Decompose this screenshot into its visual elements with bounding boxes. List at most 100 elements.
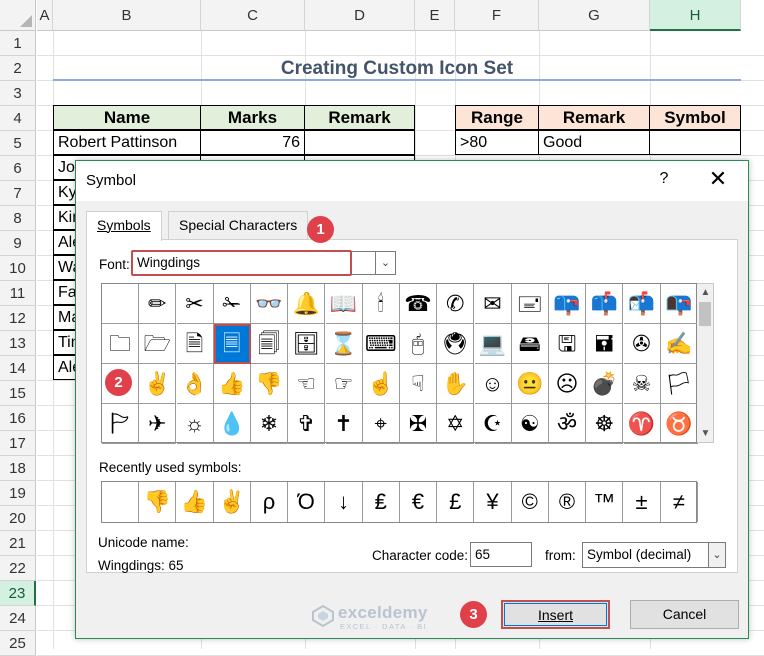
symbol-cell[interactable]: ☜ bbox=[288, 364, 326, 404]
symbol-cell[interactable]: 🗄 bbox=[288, 324, 326, 364]
symbol-cell[interactable]: ☪ bbox=[474, 404, 512, 444]
recent-symbol-cell[interactable]: ✌ bbox=[214, 482, 251, 522]
recent-symbol-cell[interactable] bbox=[102, 482, 139, 522]
recent-symbol-cell[interactable]: ₤ bbox=[363, 482, 400, 522]
character-code-input[interactable]: 65 bbox=[470, 542, 532, 567]
symbol-cell[interactable]: 📪 bbox=[549, 284, 586, 324]
symbol-cell[interactable]: 🏱 bbox=[102, 404, 139, 444]
row-header-25[interactable]: 25 bbox=[0, 631, 36, 656]
symbol-cell[interactable]: ✇ bbox=[623, 324, 661, 364]
table-header[interactable]: Remark bbox=[304, 105, 415, 130]
row-header-1[interactable]: 1 bbox=[0, 31, 36, 56]
symbol-cell[interactable]: 🏳 bbox=[660, 364, 698, 404]
row-header-21[interactable]: 21 bbox=[0, 531, 36, 556]
symbol-cell[interactable]: ✈ bbox=[139, 404, 177, 444]
symbol-cell[interactable]: ☎ bbox=[400, 284, 437, 324]
symbol-cell[interactable]: 🗀 bbox=[102, 324, 139, 364]
row-header-2[interactable]: 2 bbox=[0, 56, 36, 81]
symbol-cell[interactable]: 👓 bbox=[251, 284, 288, 324]
symbol-grid-scrollbar[interactable]: ▲ ▼ bbox=[697, 283, 714, 443]
symbol-cell[interactable]: 📬 bbox=[623, 284, 661, 324]
symbol-cell[interactable]: ✏ bbox=[139, 284, 177, 324]
column-header-h[interactable]: H bbox=[650, 0, 741, 31]
symbol-cell[interactable]: ✡ bbox=[437, 404, 475, 444]
symbol-cell[interactable]: 🖃 bbox=[511, 284, 549, 324]
symbol-cell[interactable]: ☯ bbox=[511, 404, 549, 444]
chevron-down-icon[interactable]: ⌄ bbox=[376, 251, 396, 275]
symbol-cell[interactable]: 🗎 bbox=[176, 324, 214, 364]
row-header-20[interactable]: 20 bbox=[0, 506, 36, 531]
symbol-cell[interactable]: ✋ bbox=[437, 364, 475, 404]
symbol-cell[interactable]: ✞ bbox=[288, 404, 326, 444]
insert-button[interactable]: Insert bbox=[501, 600, 610, 629]
row-header-5[interactable]: 5 bbox=[0, 131, 36, 156]
row-header-16[interactable]: 16 bbox=[0, 406, 36, 431]
column-header-d[interactable]: D bbox=[305, 0, 415, 31]
row-header-9[interactable]: 9 bbox=[0, 231, 36, 256]
recent-symbol-cell[interactable]: ≠ bbox=[661, 482, 698, 522]
symbol-cell[interactable]: 🗁 bbox=[139, 324, 177, 364]
row-header-19[interactable]: 19 bbox=[0, 481, 36, 506]
row-header-8[interactable]: 8 bbox=[0, 206, 36, 231]
symbol-cell[interactable]: 🖰 bbox=[400, 324, 437, 364]
column-header-a[interactable]: A bbox=[37, 0, 53, 31]
row-header-3[interactable]: 3 bbox=[0, 81, 36, 106]
symbol-cell[interactable]: 🖫 bbox=[549, 324, 586, 364]
table-header[interactable]: Range bbox=[455, 105, 539, 130]
symbol-cell[interactable]: 🖬 bbox=[586, 324, 624, 364]
symbol-cell[interactable]: ✌ bbox=[139, 364, 177, 404]
symbol-cell[interactable]: ✁ bbox=[213, 284, 251, 324]
help-button[interactable]: ? bbox=[654, 170, 674, 188]
symbol-cell[interactable]: ॐ bbox=[549, 404, 586, 444]
table-cell-symbol[interactable] bbox=[649, 130, 741, 155]
symbol-cell[interactable]: 👌 bbox=[176, 364, 214, 404]
tab-special-characters[interactable]: Special Characters bbox=[168, 211, 309, 240]
recent-symbol-cell[interactable]: ¥ bbox=[475, 482, 512, 522]
recent-symbol-cell[interactable]: ™ bbox=[586, 482, 624, 522]
row-header-14[interactable]: 14 bbox=[0, 356, 36, 381]
column-header-g[interactable]: G bbox=[539, 0, 650, 31]
symbol-cell[interactable]: 💣 bbox=[586, 364, 624, 404]
tab-symbols[interactable]: Symbols bbox=[86, 211, 162, 241]
row-header-17[interactable]: 17 bbox=[0, 431, 36, 456]
recent-symbol-cell[interactable]: ↓ bbox=[326, 482, 363, 522]
column-header-c[interactable]: C bbox=[201, 0, 305, 31]
symbol-cell[interactable]: 🖲 bbox=[437, 324, 475, 364]
recent-symbol-cell[interactable]: £ bbox=[437, 482, 475, 522]
symbol-cell[interactable]: ⌛ bbox=[325, 324, 363, 364]
table-header[interactable]: Name bbox=[53, 105, 201, 130]
select-all-corner[interactable] bbox=[0, 0, 36, 31]
cancel-button[interactable]: Cancel bbox=[630, 600, 739, 629]
symbol-cell[interactable]: ✂ bbox=[176, 284, 214, 324]
table-cell-range[interactable]: >80 bbox=[455, 130, 539, 155]
symbol-cell[interactable]: ☟ bbox=[400, 364, 437, 404]
table-cell-remark[interactable] bbox=[304, 130, 415, 155]
recent-symbol-cell[interactable]: 👎 bbox=[139, 482, 177, 522]
symbol-cell[interactable]: 😐 bbox=[511, 364, 549, 404]
symbol-cell[interactable]: ⌨ bbox=[362, 324, 400, 364]
table-header[interactable]: Remark bbox=[538, 105, 650, 130]
from-select[interactable]: Symbol (decimal) bbox=[582, 542, 709, 568]
recent-symbol-cell[interactable]: Ό bbox=[288, 482, 326, 522]
scroll-down-icon[interactable]: ▼ bbox=[697, 425, 714, 442]
symbol-cell[interactable]: ✠ bbox=[400, 404, 437, 444]
recent-symbol-cell[interactable]: 👍 bbox=[177, 482, 214, 522]
table-header[interactable]: Marks bbox=[200, 105, 305, 130]
symbol-cell[interactable]: ♉ bbox=[660, 404, 698, 444]
symbol-cell[interactable]: 📖 bbox=[325, 284, 363, 324]
symbol-cell[interactable] bbox=[102, 284, 139, 324]
column-header-f[interactable]: F bbox=[455, 0, 539, 31]
symbol-cell[interactable]: ✍ bbox=[660, 324, 698, 364]
symbol-cell[interactable]: ❄ bbox=[251, 404, 288, 444]
symbol-cell[interactable]: 🗏 bbox=[213, 324, 251, 364]
column-header-e[interactable]: E bbox=[415, 0, 455, 31]
chevron-down-icon[interactable]: ⌄ bbox=[709, 542, 726, 568]
row-header-22[interactable]: 22 bbox=[0, 556, 36, 581]
scroll-thumb[interactable] bbox=[699, 302, 711, 326]
recent-symbol-cell[interactable]: € bbox=[400, 482, 437, 522]
recent-symbol-cell[interactable]: ® bbox=[549, 482, 586, 522]
symbol-cell[interactable]: ⌖ bbox=[362, 404, 400, 444]
symbol-cell[interactable]: ☝ bbox=[362, 364, 400, 404]
row-header-23[interactable]: 23 bbox=[0, 581, 36, 606]
row-header-13[interactable]: 13 bbox=[0, 331, 36, 356]
